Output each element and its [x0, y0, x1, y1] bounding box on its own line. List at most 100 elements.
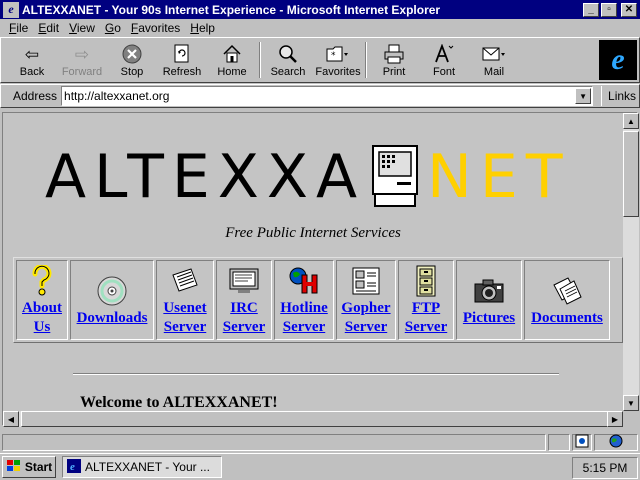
mail-icon: [481, 44, 507, 66]
status-zone-pane: [594, 433, 638, 451]
search-button[interactable]: Search: [263, 38, 313, 82]
home-button[interactable]: Home: [207, 38, 257, 82]
address-bar: Address ▼ Links: [0, 84, 640, 108]
address-box: ▼: [61, 86, 594, 106]
back-button[interactable]: ⇦ Back: [7, 38, 57, 82]
home-icon: [222, 44, 242, 66]
nav-cell-downloads: Downloads: [70, 260, 154, 340]
arrow-right-icon: ▶: [611, 414, 619, 424]
refresh-label: Refresh: [162, 66, 202, 78]
taskbar: Start e ALTEXXANET - Your ... 5:15 PM: [0, 453, 640, 480]
forward-label: Forward: [61, 66, 103, 78]
site-tagline: Free Public Internet Services: [225, 225, 401, 241]
search-icon: [278, 44, 298, 66]
menu-edit[interactable]: Edit: [33, 21, 64, 35]
nav-cell-gopher: Gopher Server: [336, 260, 396, 340]
horizontal-scroll-thumb[interactable]: [21, 411, 621, 427]
scroll-left-button[interactable]: ◀: [3, 411, 19, 427]
links-button[interactable]: Links: [601, 86, 636, 106]
question-icon: [30, 265, 54, 297]
print-label: Print: [382, 66, 406, 78]
nav-link-hotline[interactable]: Hotline Server: [280, 299, 328, 337]
stop-icon: [122, 44, 142, 66]
windows-logo-icon: [6, 459, 22, 476]
camera-icon: [473, 275, 505, 307]
svg-text:e: e: [70, 461, 75, 473]
status-bar: [0, 432, 640, 452]
horizontal-scrollbar[interactable]: ◀ ▶: [3, 411, 623, 427]
arrow-up-icon: ▲: [627, 116, 635, 126]
status-text-pane: [2, 433, 547, 451]
maximize-button[interactable]: ▫: [601, 2, 617, 17]
page-content: ALTEXXA NET Free Public Internet Service…: [3, 113, 623, 411]
toolbar: ⇦ Back ⇨ Forward Stop Refresh Home Searc…: [0, 37, 640, 83]
menu-help[interactable]: Help: [185, 21, 220, 35]
cabinet-icon: [414, 265, 438, 297]
stop-label: Stop: [120, 66, 144, 78]
window-title: ALTEXXANET - Your 90s Internet Experienc…: [22, 2, 441, 17]
svg-text:*: *: [331, 51, 336, 61]
cd-icon: [96, 275, 128, 307]
vertical-scroll-thumb[interactable]: [623, 131, 639, 217]
print-button[interactable]: Print: [369, 38, 419, 82]
chevron-down-icon: ▼: [579, 91, 587, 101]
nav-cell-documents: Documents: [524, 260, 610, 340]
nav-link-irc[interactable]: IRC Server: [223, 299, 265, 337]
scrollbar-corner: [623, 411, 639, 427]
arrow-down-icon: ▼: [627, 398, 635, 408]
font-button[interactable]: Font: [419, 38, 469, 82]
nav-link-ftp[interactable]: FTP Server: [405, 299, 447, 337]
vertical-scrollbar[interactable]: ▲ ▼: [623, 113, 639, 411]
search-label: Search: [270, 66, 306, 78]
menu-view[interactable]: View: [64, 21, 100, 35]
start-label: Start: [24, 460, 53, 474]
clock[interactable]: 5:15 PM: [583, 461, 628, 475]
ie-small-icon: e: [67, 458, 81, 476]
title-bar[interactable]: e ALTEXXANET - Your 90s Internet Experie…: [0, 0, 640, 19]
address-label: Address: [13, 89, 58, 103]
scroll-up-button[interactable]: ▲: [623, 113, 639, 129]
page-icon: [575, 434, 589, 451]
scroll-right-button[interactable]: ▶: [607, 411, 623, 427]
computer-icon: [369, 144, 421, 210]
arrow-left-icon: ◀: [7, 414, 15, 424]
nav-cell-about: About Us: [16, 260, 68, 340]
hotline-icon: [288, 265, 320, 297]
mail-button[interactable]: Mail: [469, 38, 519, 82]
font-label: Font: [432, 66, 455, 78]
address-input[interactable]: [62, 88, 573, 104]
taskbar-ie-window-button[interactable]: e ALTEXXANET - Your ...: [62, 456, 222, 478]
font-icon: [433, 43, 455, 66]
address-dropdown-button[interactable]: ▼: [575, 88, 592, 104]
taskbar-window-label: ALTEXXANET - Your ...: [85, 460, 210, 474]
home-label: Home: [217, 66, 247, 78]
forward-button[interactable]: ⇨ Forward: [57, 38, 107, 82]
ie-app-icon[interactable]: e: [3, 1, 19, 18]
nav-link-about[interactable]: About Us: [22, 299, 62, 337]
minimize-button[interactable]: _: [583, 2, 599, 17]
nav-link-documents[interactable]: Documents: [531, 309, 603, 328]
toolbar-separator: [365, 42, 367, 78]
menu-go[interactable]: Go: [100, 21, 126, 35]
nav-link-usenet[interactable]: Usenet Server: [163, 299, 206, 337]
documents-icon: [550, 275, 584, 307]
nav-cell-irc: IRC Server: [216, 260, 272, 340]
start-button[interactable]: Start: [2, 456, 56, 478]
status-progress-pane: [548, 433, 571, 451]
nav-link-downloads[interactable]: Downloads: [77, 309, 148, 328]
back-arrow-icon: ⇦: [24, 45, 40, 64]
nav-link-pictures[interactable]: Pictures: [463, 309, 515, 328]
close-button[interactable]: ✕: [621, 2, 637, 17]
menu-favorites[interactable]: Favorites: [126, 21, 185, 35]
horizontal-rule: [73, 373, 559, 375]
nav-cell-pictures: Pictures: [456, 260, 522, 340]
ie-throbber-logo: e: [599, 40, 637, 80]
scroll-down-button[interactable]: ▼: [623, 395, 639, 411]
favorites-button[interactable]: * Favorites: [313, 38, 363, 82]
menu-file[interactable]: File: [4, 21, 33, 35]
refresh-button[interactable]: Refresh: [157, 38, 207, 82]
status-security-pane: [572, 433, 593, 451]
stop-button[interactable]: Stop: [107, 38, 157, 82]
printer-icon: [383, 44, 405, 66]
nav-link-gopher[interactable]: Gopher Server: [341, 299, 390, 337]
